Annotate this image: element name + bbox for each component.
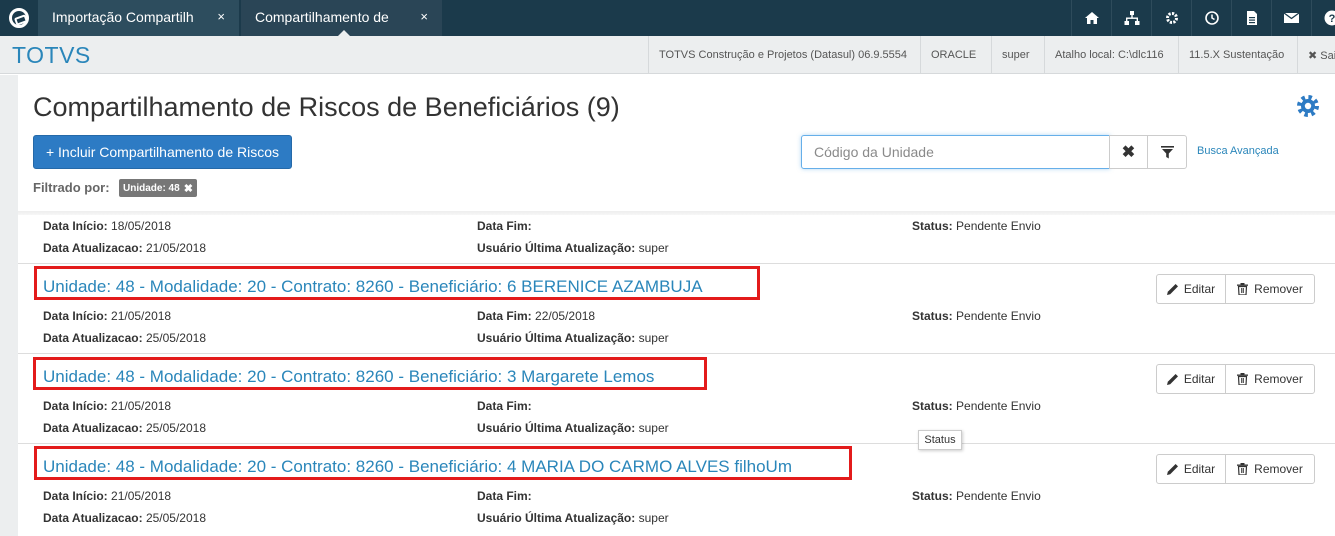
- search-input[interactable]: [801, 135, 1110, 169]
- tab-close-icon[interactable]: ×: [217, 9, 225, 24]
- remove-label: Remover: [1254, 282, 1303, 296]
- end-date: Data Fim: 22/05/2018: [477, 309, 596, 323]
- gear-icon[interactable]: [1295, 93, 1321, 119]
- remove-button[interactable]: Remover: [1225, 274, 1315, 304]
- sitemap-icon[interactable]: [1111, 0, 1151, 36]
- brand-logo[interactable]: TOTVS: [12, 42, 91, 69]
- filter-badge-label: Unidade: 48: [123, 182, 180, 194]
- remove-button[interactable]: Remover: [1225, 454, 1315, 484]
- clear-search-icon[interactable]: ✖: [1109, 135, 1148, 169]
- trash-icon: [1237, 463, 1249, 475]
- start-date: Data Início: 18/05/2018: [43, 219, 172, 233]
- settings-icon[interactable]: [1151, 0, 1191, 36]
- updated-date: Data Atualizacao: 21/05/2018: [43, 241, 206, 255]
- trash-icon: [1237, 283, 1249, 295]
- remove-label: Remover: [1254, 372, 1303, 386]
- pencil-icon: [1166, 464, 1178, 475]
- page-title: Compartilhamento de Riscos de Beneficiár…: [33, 92, 620, 122]
- product-info: TOTVS Construção e Projetos (Datasul) 06…: [648, 36, 918, 74]
- tab-compartilhamento[interactable]: Compartilhamento de ×: [241, 0, 442, 37]
- svg-text:?: ?: [1328, 13, 1335, 25]
- end-date: Data Fim:: [477, 489, 532, 503]
- highlight-box: [34, 446, 852, 480]
- status: Status: Pendente Envio: [912, 399, 1041, 413]
- help-icon[interactable]: ?: [1311, 0, 1335, 36]
- list-item: Data Início: 18/05/2018 Data Fim: Status…: [18, 215, 1335, 263]
- remove-label: Remover: [1254, 462, 1303, 476]
- add-risk-sharing-button[interactable]: + Incluir Compartilhamento de Riscos: [33, 135, 292, 169]
- last-user: Usuário Última Atualização: super: [477, 421, 669, 435]
- status: Status: Pendente Envio: [912, 309, 1041, 323]
- highlight-box: [33, 357, 707, 390]
- pencil-icon: [1166, 374, 1178, 385]
- filter-badge[interactable]: Unidade: 48 ✖: [119, 179, 197, 197]
- updated-date: Data Atualizacao: 25/05/2018: [43, 421, 206, 435]
- last-user: Usuário Última Atualização: super: [477, 331, 669, 345]
- start-date: Data Início: 21/05/2018: [43, 399, 172, 413]
- home-icon[interactable]: [1071, 0, 1111, 36]
- edit-label: Editar: [1183, 462, 1216, 476]
- last-user: Usuário Última Atualização: super: [477, 511, 669, 525]
- app-header: TOTVS TOTVS Construção e Projetos (Datas…: [0, 36, 1335, 74]
- status-tooltip: Status: [918, 430, 962, 450]
- mail-icon[interactable]: [1271, 0, 1311, 36]
- filter-icon[interactable]: [1147, 135, 1187, 169]
- highlight-box: [34, 266, 760, 300]
- trash-icon: [1237, 373, 1249, 385]
- advanced-search-link[interactable]: Busca Avançada: [1197, 145, 1279, 157]
- edit-label: Editar: [1183, 372, 1216, 386]
- user-info: super: [991, 36, 1043, 74]
- tab-label: Compartilhamento de: [255, 9, 389, 25]
- totvs-logo-icon[interactable]: [0, 0, 38, 36]
- edit-button[interactable]: Editar: [1156, 364, 1226, 394]
- tab-importacao[interactable]: Importação Compartilh ×: [38, 0, 240, 36]
- status: Status: Pendente Envio: [912, 219, 1041, 233]
- tab-label: Importação Compartilh: [52, 9, 194, 25]
- tab-close-icon[interactable]: ×: [420, 9, 428, 24]
- document-icon[interactable]: [1231, 0, 1271, 36]
- end-date: Data Fim:: [477, 219, 532, 233]
- edit-label: Editar: [1183, 282, 1216, 296]
- updated-date: Data Atualizacao: 25/05/2018: [43, 331, 206, 345]
- clock-icon[interactable]: [1191, 0, 1231, 36]
- status: Status: Pendente Envio: [912, 489, 1041, 503]
- start-date: Data Início: 21/05/2018: [43, 489, 172, 503]
- left-gutter: [0, 75, 18, 536]
- remove-filter-icon[interactable]: ✖: [184, 182, 193, 195]
- shortcut-info: Atalho local: C:\dlc116: [1044, 36, 1177, 74]
- top-tab-bar: Importação Compartilh × Compartilhamento…: [0, 0, 1335, 37]
- start-date: Data Início: 21/05/2018: [43, 309, 172, 323]
- exit-button[interactable]: ✖ Sai: [1297, 36, 1335, 74]
- pencil-icon: [1166, 284, 1178, 295]
- database-info: ORACLE: [920, 36, 990, 74]
- end-date: Data Fim:: [477, 399, 532, 413]
- last-user: Usuário Última Atualização: super: [477, 241, 669, 255]
- filtered-by-label: Filtrado por:: [33, 180, 110, 195]
- edit-button[interactable]: Editar: [1156, 274, 1226, 304]
- remove-button[interactable]: Remover: [1225, 364, 1315, 394]
- version-info: 11.5.X Sustentação: [1178, 36, 1296, 74]
- updated-date: Data Atualizacao: 25/05/2018: [43, 511, 206, 525]
- edit-button[interactable]: Editar: [1156, 454, 1226, 484]
